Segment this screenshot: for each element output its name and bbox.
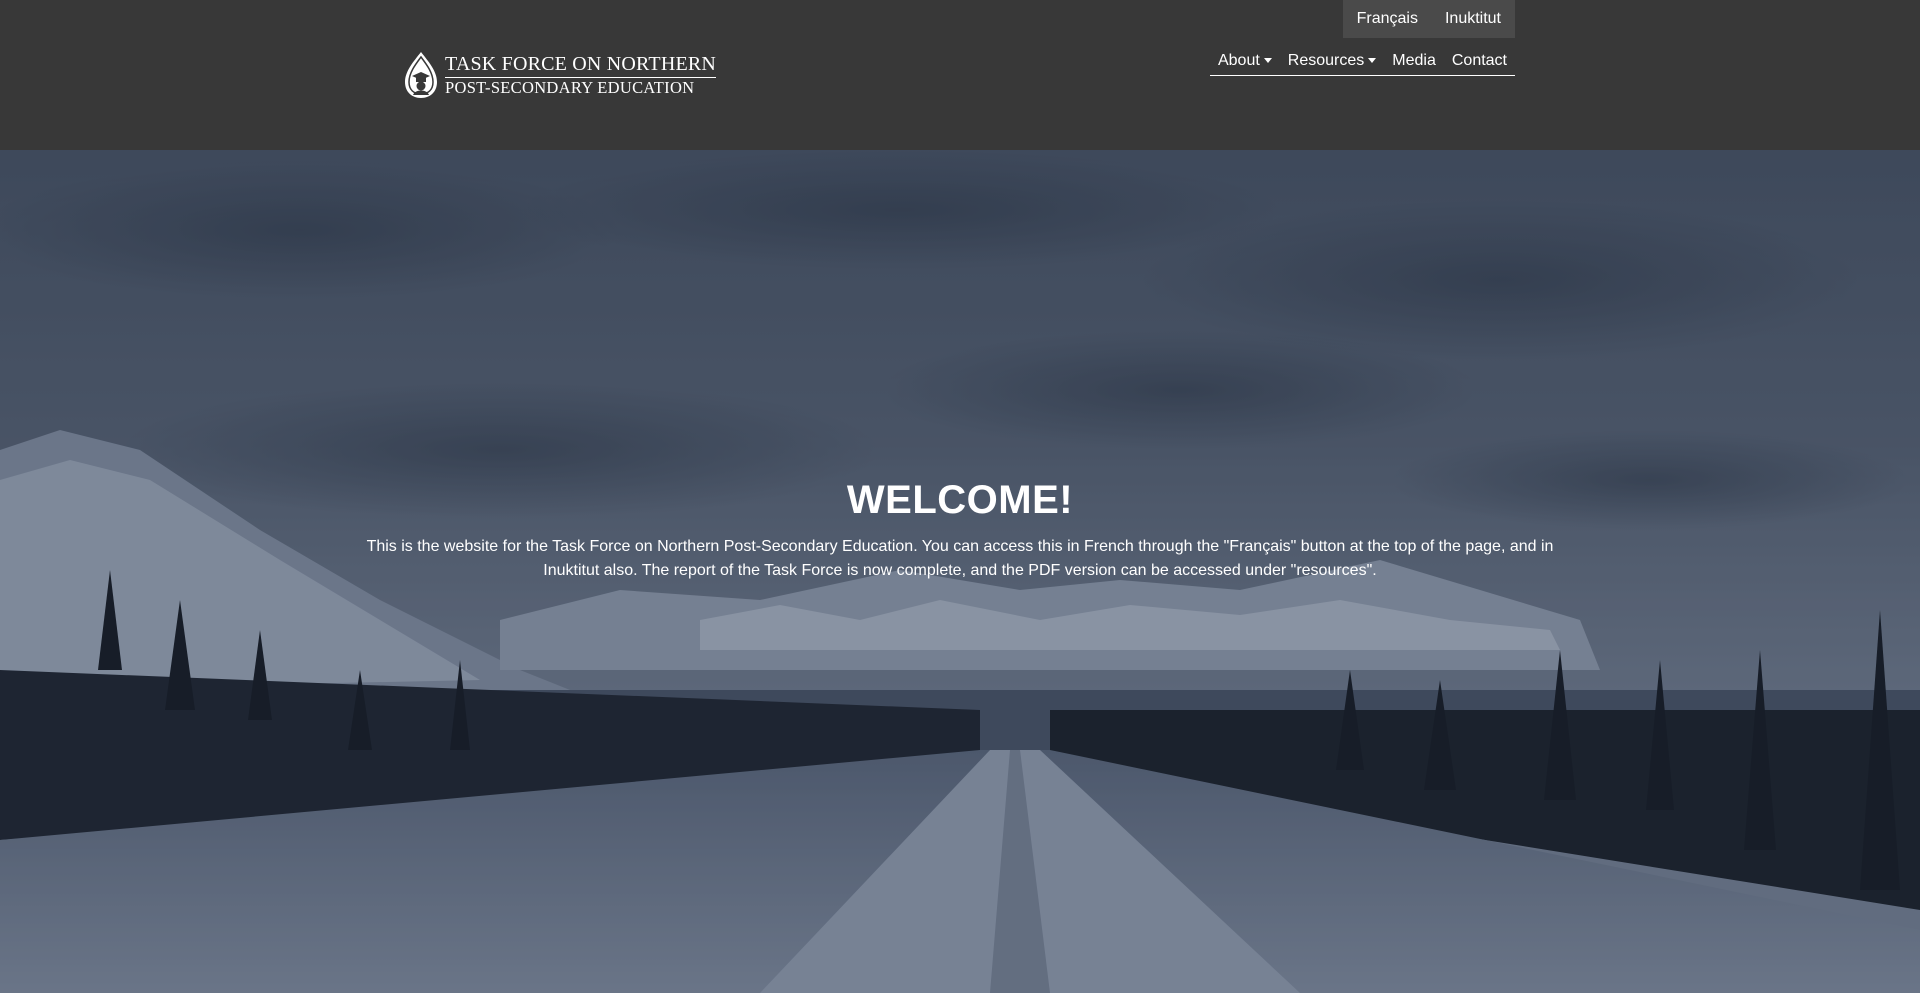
site-logo[interactable]: TASK FORCE ON NORTHERN POST-SECONDARY ED…: [404, 51, 717, 99]
hero-content: WELCOME! This is the website for the Tas…: [360, 478, 1560, 583]
main-nav: About Resources Media Contact: [1209, 52, 1515, 76]
nav-resources-label: Resources: [1287, 52, 1365, 69]
hero-title: WELCOME!: [846, 478, 1074, 522]
nav-about-dropdown[interactable]: About: [1218, 52, 1272, 70]
french-language-link[interactable]: Français: [1357, 10, 1418, 28]
nav-media-link[interactable]: Media: [1392, 52, 1436, 70]
logo-text: TASK FORCE ON NORTHERN POST-SECONDARY ED…: [445, 54, 717, 97]
hero-section: WELCOME! This is the website for the Tas…: [0, 150, 1920, 993]
inuktitut-language-link[interactable]: Inuktitut: [1445, 10, 1501, 28]
teardrop-graduate-emblem-icon: [405, 52, 437, 98]
language-bar: Français Inuktitut: [1342, 0, 1515, 38]
nav-resources-dropdown[interactable]: Resources: [1287, 52, 1377, 70]
chevron-down-icon: [1263, 57, 1272, 63]
nav-about-label: About: [1217, 52, 1260, 69]
hero-description: This is the website for the Task Force o…: [366, 538, 1554, 579]
chevron-down-icon: [1368, 57, 1377, 63]
site-header: Français Inuktitut TASK FORCE ON NORTHER…: [0, 0, 1920, 150]
logo-title-line2: POST-SECONDARY EDUCATION: [445, 77, 695, 97]
logo-title-line1: TASK FORCE ON NORTHERN: [445, 54, 717, 78]
nav-contact-link[interactable]: Contact: [1452, 52, 1507, 70]
